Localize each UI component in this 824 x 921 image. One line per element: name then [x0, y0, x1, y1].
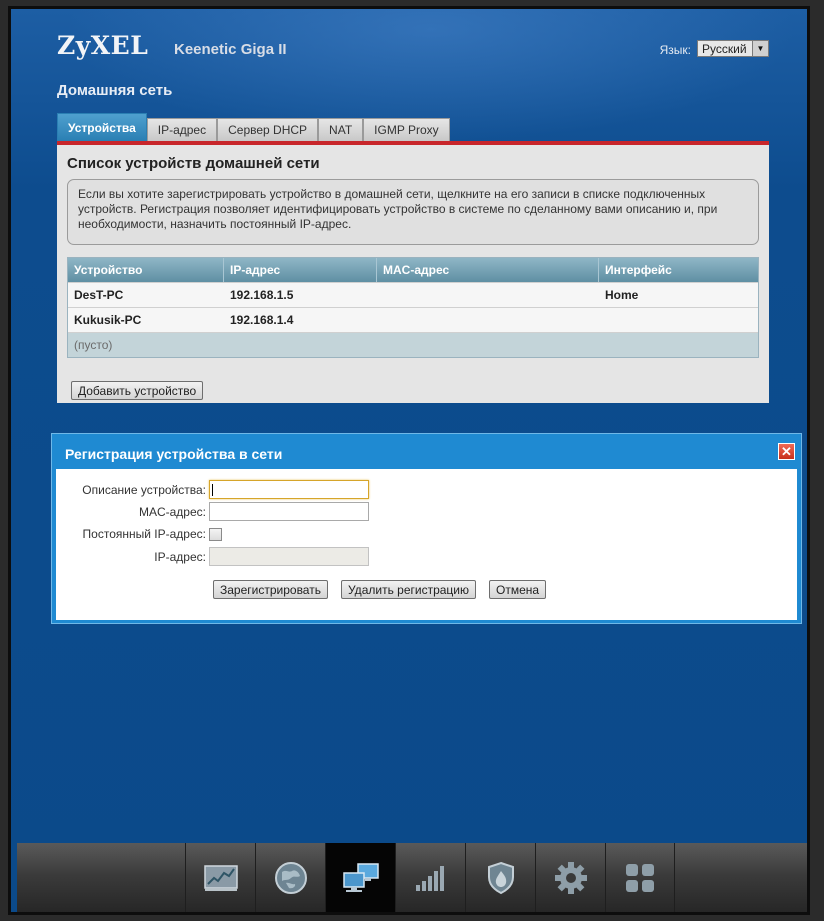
cell-mac: [377, 283, 599, 307]
apps-grid-icon: [626, 864, 654, 892]
bottom-navigation: [17, 843, 807, 912]
language-label: Язык:: [659, 43, 691, 57]
description-input[interactable]: [209, 480, 369, 499]
cell-device: DesT-PC: [74, 288, 124, 302]
table-header: Устройство IP-адрес MAC-адрес Интерфейс: [68, 258, 758, 282]
cell-interface: [599, 308, 758, 332]
nav-home-network[interactable]: [325, 843, 395, 912]
ip-label: IP-адрес:: [154, 550, 206, 564]
tab-devices[interactable]: Устройства: [57, 113, 147, 141]
dialog-title: Регистрация устройства в сети: [65, 446, 283, 462]
column-header-mac[interactable]: MAC-адрес: [377, 258, 599, 282]
tab-ip-address[interactable]: IP-адрес: [146, 118, 218, 141]
nav-wifi[interactable]: [395, 843, 465, 912]
cell-mac: [377, 308, 599, 332]
devices-panel: Список устройств домашней сети Если вы х…: [57, 141, 769, 403]
language-select-value: Русский: [702, 41, 747, 56]
page-title: Домашняя сеть: [57, 82, 173, 99]
info-box: Если вы хотите зарегистрировать устройст…: [67, 179, 759, 245]
table-row[interactable]: DesT-PC 192.168.1.5 Home: [68, 282, 758, 307]
cell-ip: 192.168.1.5: [230, 288, 294, 302]
static-ip-label: Постоянный IP-адрес:: [82, 527, 206, 541]
unregister-button[interactable]: Удалить регистрацию: [341, 580, 476, 599]
column-header-ip[interactable]: IP-адрес: [224, 258, 377, 282]
shield-icon: [487, 861, 514, 895]
monitor-graph-icon: [203, 865, 238, 891]
table-row-empty: (пусто): [68, 332, 758, 357]
router-admin-window: ZyXEL Keenetic Giga II Язык: Русский ▼ Д…: [8, 6, 810, 915]
table-row[interactable]: Kukusik-PC 192.168.1.4: [68, 307, 758, 332]
cancel-button[interactable]: Отмена: [489, 580, 547, 599]
tab-bar: Устройства IP-адрес Сервер DHCP NAT IGMP…: [57, 113, 450, 141]
nav-security[interactable]: [465, 843, 535, 912]
register-button[interactable]: Зарегистрировать: [213, 580, 328, 599]
cell-ip: 192.168.1.4: [230, 313, 294, 327]
column-header-interface[interactable]: Интерфейс: [599, 258, 758, 282]
nav-monitor[interactable]: [185, 843, 255, 912]
cell-device: Kukusik-PC: [74, 313, 142, 327]
language-select[interactable]: Русский ▼: [697, 40, 769, 57]
signal-bars-icon: [415, 866, 444, 891]
section-title: Список устройств домашней сети: [67, 155, 320, 172]
description-label: Описание устройства:: [82, 483, 206, 497]
globe-icon: [274, 862, 307, 894]
tab-nat[interactable]: NAT: [318, 118, 364, 141]
devices-table: Устройство IP-адрес MAC-адрес Интерфейс …: [67, 257, 759, 358]
mac-label: MAC-адрес:: [138, 505, 206, 519]
close-icon[interactable]: ✕: [778, 443, 795, 460]
static-ip-checkbox[interactable]: [209, 528, 222, 541]
nav-system[interactable]: [535, 843, 605, 912]
model-name: Keenetic Giga II: [174, 41, 287, 58]
register-device-dialog: Регистрация устройства в сети ✕ Описание…: [51, 433, 802, 624]
cell-interface: Home: [605, 288, 639, 302]
text-caret: [212, 484, 213, 496]
mac-input[interactable]: [209, 502, 369, 521]
network-computers-icon: [342, 863, 379, 892]
chevron-down-icon[interactable]: ▼: [752, 41, 768, 56]
nav-internet[interactable]: [255, 843, 325, 912]
column-header-device[interactable]: Устройство: [68, 258, 224, 282]
nav-apps[interactable]: [605, 843, 675, 912]
add-device-button[interactable]: Добавить устройство: [71, 381, 204, 400]
tab-igmp-proxy[interactable]: IGMP Proxy: [363, 118, 450, 141]
gear-icon: [554, 862, 587, 894]
dialog-body: Описание устройства: MAC-адрес: Постоянн…: [56, 469, 797, 620]
zyxel-logo: ZyXEL: [57, 31, 149, 60]
empty-label: (пусто): [74, 338, 113, 352]
tab-dhcp-server[interactable]: Сервер DHCP: [217, 118, 319, 141]
ip-input[interactable]: [209, 547, 369, 566]
